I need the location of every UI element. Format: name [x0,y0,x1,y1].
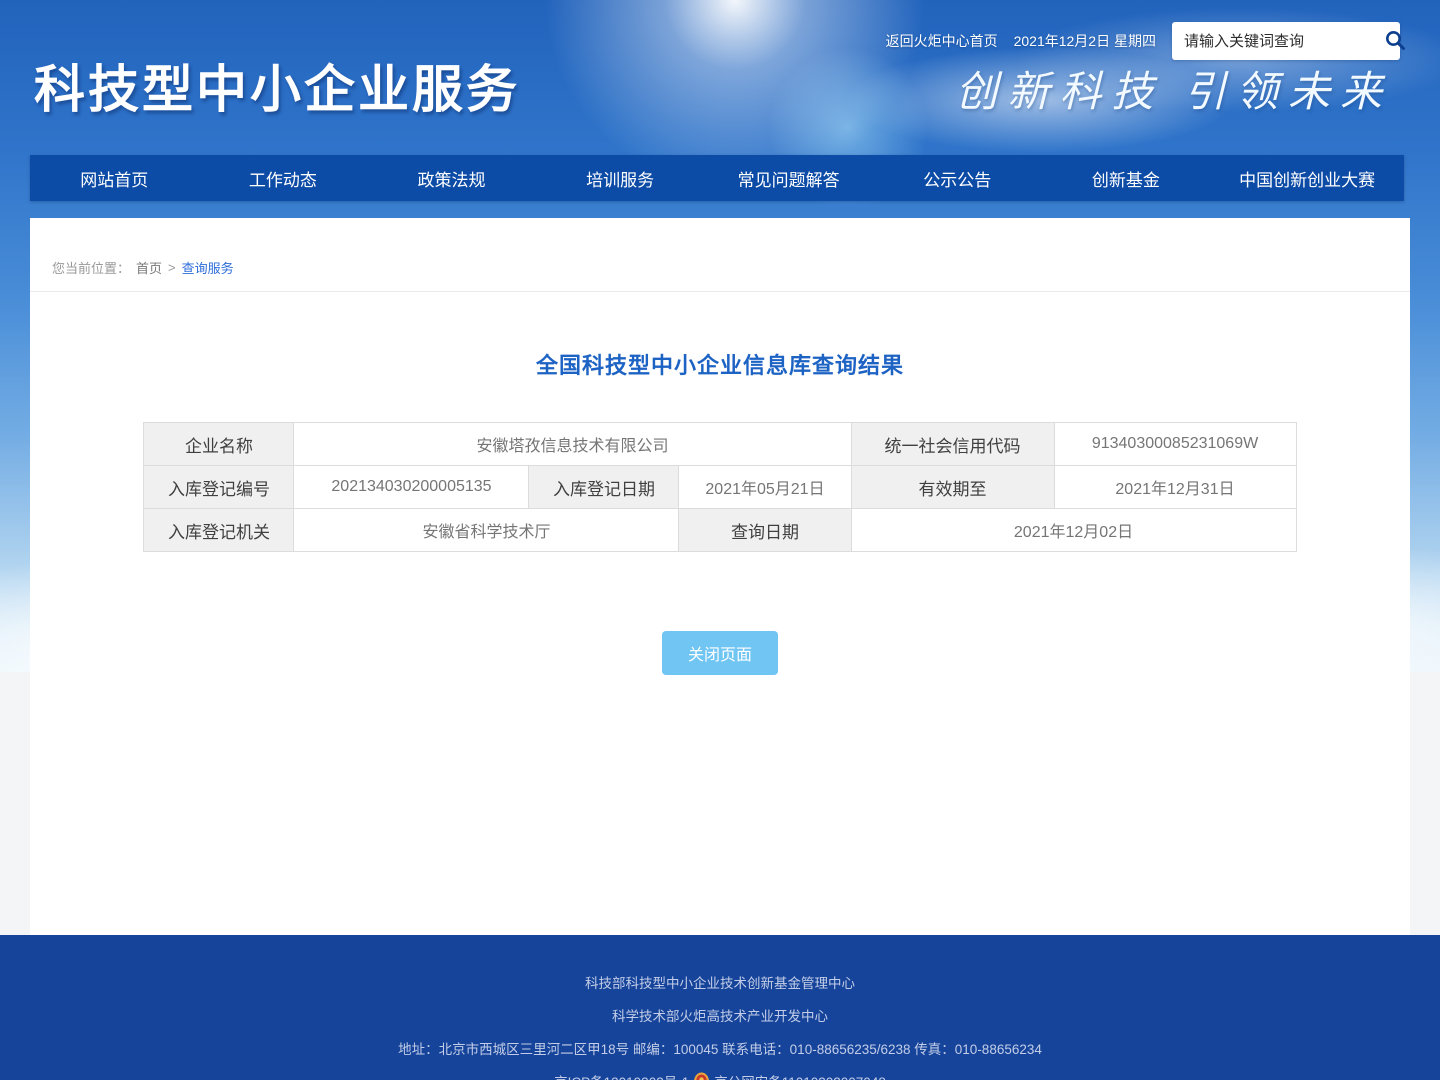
breadcrumb-separator: > [168,260,176,275]
footer-org-line2: 科学技术部火炬高技术产业开发中心 [0,1005,1440,1025]
page-footer: 科技部科技型中小企业技术创新基金管理中心 科学技术部火炬高技术产业开发中心 地址… [0,935,1440,1080]
search-input[interactable] [1184,33,1383,50]
page-title: 全国科技型中小企业信息库查询结果 [30,348,1410,380]
value-query-date: 2021年12月02日 [851,509,1296,552]
table-row: 入库登记编号 202134030200005135 入库登记日期 2021年05… [144,466,1296,509]
content-panel: 您当前位置： 首页 > 查询服务 全国科技型中小企业信息库查询结果 企业名称 安… [30,218,1410,935]
label-company-name: 企业名称 [144,423,294,466]
value-registration-date: 2021年05月21日 [679,466,851,509]
query-result-table: 企业名称 安徽塔孜信息技术有限公司 统一社会信用代码 9134030008523… [143,422,1296,552]
nav-item-work-news[interactable]: 工作动态 [199,155,368,201]
value-company-name: 安徽塔孜信息技术有限公司 [294,423,851,466]
label-registration-number: 入库登记编号 [144,466,294,509]
close-page-button[interactable]: 关闭页面 [662,631,778,675]
police-record-link[interactable]: 京公网安备11010202007048 [714,1071,886,1080]
nav-item-training[interactable]: 培训服务 [536,155,705,201]
value-registration-authority: 安徽省科学技术厅 [294,509,679,552]
label-query-date: 查询日期 [679,509,851,552]
value-registration-number: 202134030200005135 [294,466,529,509]
nav-item-policies[interactable]: 政策法规 [367,155,536,201]
top-bar: 返回火炬中心首页 2021年12月2日 星期四 [886,22,1400,60]
nav-item-faq[interactable]: 常见问题解答 [704,155,873,201]
search-icon [1383,28,1407,55]
banner-slogan: 创新科技 引领未来 [955,58,1392,119]
label-registration-date: 入库登记日期 [529,466,679,509]
current-date-text: 2021年12月2日 星期四 [1014,31,1156,51]
breadcrumb-home-link[interactable]: 首页 [136,258,162,277]
nav-item-home[interactable]: 网站首页 [30,155,199,201]
site-logo-title: 科技型中小企业服务 [34,48,520,122]
table-row: 企业名称 安徽塔孜信息技术有限公司 统一社会信用代码 9134030008523… [144,423,1296,466]
breadcrumb: 您当前位置： 首页 > 查询服务 [30,218,1410,292]
search-box [1172,22,1400,60]
label-valid-until: 有效期至 [851,466,1054,509]
button-row: 关闭页面 [30,631,1410,675]
footer-address-line: 地址：北京市西城区三里河二区甲18号 邮编：100045 联系电话：010-88… [0,1038,1440,1058]
breadcrumb-current-link[interactable]: 查询服务 [182,258,234,277]
search-button[interactable] [1383,28,1407,54]
value-valid-until: 2021年12月31日 [1054,466,1296,509]
label-registration-authority: 入库登记机关 [144,509,294,552]
footer-org-line1: 科技部科技型中小企业技术创新基金管理中心 [0,972,1440,992]
value-credit-code: 91340300085231069W [1054,423,1296,466]
label-credit-code: 统一社会信用代码 [851,423,1054,466]
main-navigation: 网站首页 工作动态 政策法规 培训服务 常见问题解答 公示公告 创新基金 中国创… [30,155,1404,201]
police-badge-icon [693,1072,710,1080]
table-row: 入库登记机关 安徽省科学技术厅 查询日期 2021年12月02日 [144,509,1296,552]
nav-item-innovation-fund[interactable]: 创新基金 [1042,155,1211,201]
breadcrumb-prefix: 您当前位置： [52,258,130,277]
icp-record-link[interactable]: 京ICP备13019302号-1 [554,1071,689,1080]
return-torch-center-link[interactable]: 返回火炬中心首页 [886,31,998,51]
nav-item-innovation-competition[interactable]: 中国创新创业大赛 [1210,155,1404,201]
page: 返回火炬中心首页 2021年12月2日 星期四 科技型中小企业服务 创新科技 引… [0,0,1440,1080]
nav-item-announcements[interactable]: 公示公告 [873,155,1042,201]
footer-icp-line: 京ICP备13019302号-1 京公网安备11010202007048 [0,1071,1440,1080]
